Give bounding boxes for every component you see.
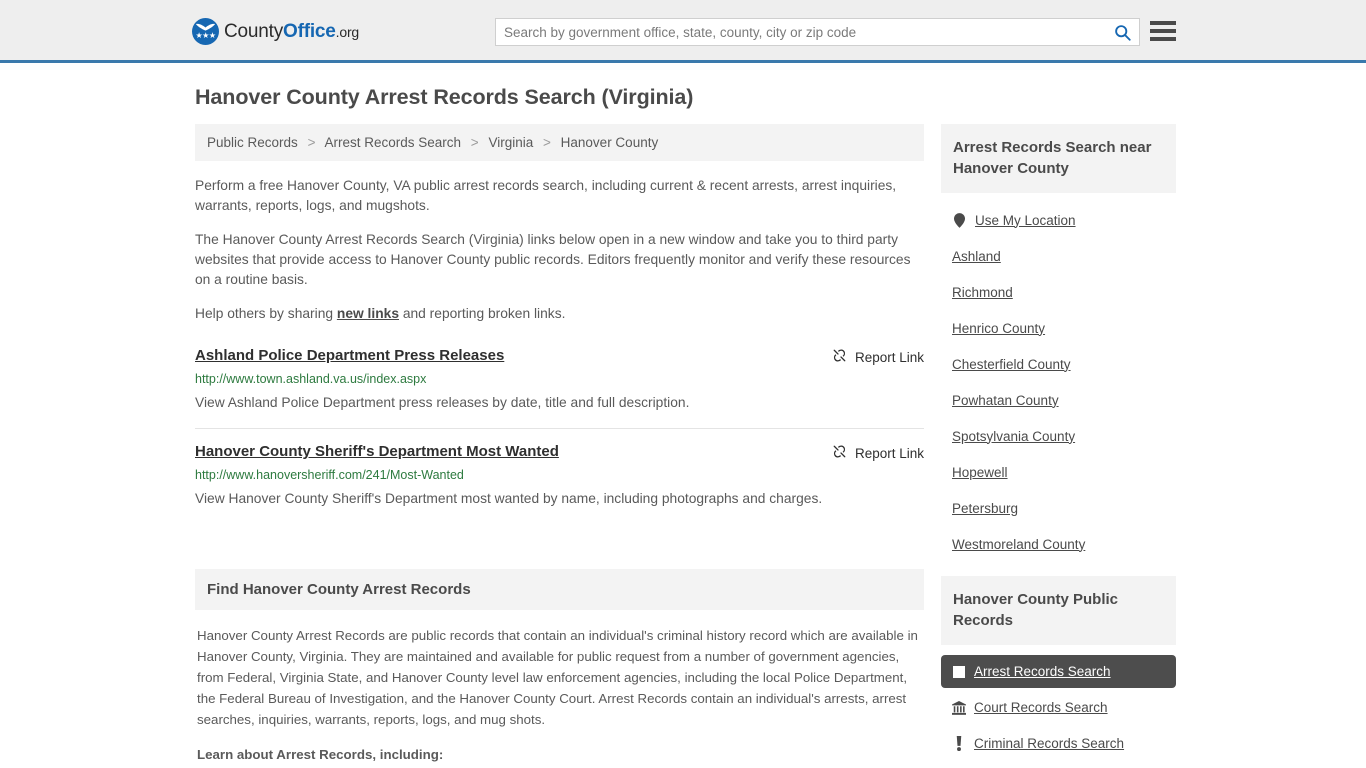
- result-description: View Ashland Police Department press rel…: [195, 395, 690, 410]
- sidebar-place-westmoreland-county[interactable]: Westmoreland County: [941, 531, 1176, 558]
- sidebar-place-chesterfield-county[interactable]: Chesterfield County: [941, 351, 1176, 378]
- sidebar-item-label: Arrest Records Search: [974, 663, 1111, 679]
- content-container: Hanover County Arrest Records Search (Vi…: [190, 63, 1176, 768]
- breadcrumb-item-0[interactable]: Public Records: [207, 135, 298, 150]
- place-label: Westmoreland County: [952, 536, 1086, 552]
- use-my-location-label: Use My Location: [975, 212, 1076, 228]
- search-icon[interactable]: [1105, 19, 1139, 45]
- nearby-search-list: Use My Location Ashland Richmond Henrico…: [941, 193, 1176, 558]
- broken-link-icon: [832, 348, 847, 366]
- id-card-icon: [951, 665, 966, 678]
- result-description: View Hanover County Sheriff's Department…: [195, 491, 823, 506]
- sidebar-item-court-records-search[interactable]: Court Records Search: [941, 691, 1176, 724]
- sidebar-place-powhatan-county[interactable]: Powhatan County: [941, 387, 1176, 414]
- intro-paragraph-3: Help others by sharing new links and rep…: [195, 304, 924, 324]
- public-records-heading: Hanover County Public Records: [941, 576, 1176, 645]
- sidebar-place-petersburg[interactable]: Petersburg: [941, 495, 1176, 522]
- place-label: Chesterfield County: [952, 356, 1071, 372]
- intro-p3-after: and reporting broken links.: [399, 306, 566, 321]
- brand-part-org: .org: [335, 23, 360, 40]
- search-input[interactable]: [496, 19, 1105, 45]
- find-records-paragraph: Hanover County Arrest Records are public…: [197, 628, 918, 727]
- find-records-body: Hanover County Arrest Records are public…: [195, 610, 924, 768]
- find-records-section: Find Hanover County Arrest Records Hanov…: [195, 569, 924, 768]
- learn-about-label: Learn about Arrest Records, including:: [197, 747, 444, 762]
- site-header: ★★★ CountyOffice.org: [0, 0, 1366, 63]
- brand-text: CountyOffice.org: [224, 21, 359, 43]
- sidebar-place-ashland[interactable]: Ashland: [941, 243, 1176, 270]
- sidebar-item-arrest-records-search[interactable]: Arrest Records Search: [941, 655, 1176, 688]
- courthouse-icon: [951, 700, 966, 715]
- sidebar-place-hopewell[interactable]: Hopewell: [941, 459, 1176, 486]
- find-records-heading: Find Hanover County Arrest Records: [195, 569, 924, 610]
- breadcrumb: Public Records > Arrest Records Search >…: [195, 124, 924, 161]
- result-list: Ashland Police Department Press Releases: [195, 346, 924, 524]
- intro-paragraph-2: The Hanover County Arrest Records Search…: [195, 232, 911, 287]
- breadcrumb-separator: >: [543, 135, 551, 150]
- menu-bar-2: [1150, 29, 1176, 33]
- eagle-shield-logo-icon: ★★★: [192, 18, 219, 45]
- breadcrumb-item-3[interactable]: Hanover County: [561, 135, 659, 150]
- report-link-label: Report Link: [854, 445, 924, 461]
- place-label: Richmond: [952, 284, 1013, 300]
- place-label: Hopewell: [952, 464, 1008, 480]
- sidebar-place-henrico-county[interactable]: Henrico County: [941, 315, 1176, 342]
- result-url[interactable]: http://www.town.ashland.va.us/index.aspx: [195, 369, 924, 389]
- sidebar-item-criminal-records-search[interactable]: Criminal Records Search: [941, 727, 1176, 760]
- new-links-link[interactable]: new links: [337, 306, 399, 321]
- search-bar[interactable]: [495, 18, 1140, 46]
- result-header: Ashland Police Department Press Releases: [195, 346, 924, 366]
- sidebar-item-label: Criminal Records Search: [974, 735, 1125, 751]
- page-title: Hanover County Arrest Records Search (Vi…: [195, 85, 694, 109]
- nearby-search-box: Arrest Records Search near Hanover Count…: [941, 124, 1176, 558]
- header-inner: ★★★ CountyOffice.org: [0, 0, 1366, 60]
- sidebar: Arrest Records Search near Hanover Count…: [941, 124, 1176, 768]
- hamburger-menu-icon[interactable]: [1150, 19, 1176, 43]
- intro-p3-before: Help others by sharing: [195, 306, 337, 321]
- place-label: Spotsylvania County: [952, 428, 1076, 444]
- report-link-button[interactable]: Report Link: [832, 442, 924, 462]
- brand-part-office: Office: [283, 20, 336, 42]
- place-label: Ashland: [952, 248, 1001, 264]
- place-label: Powhatan County: [952, 392, 1059, 408]
- columns: Public Records > Arrest Records Search >…: [190, 124, 1176, 768]
- place-label: Petersburg: [952, 500, 1019, 516]
- breadcrumb-item-1[interactable]: Arrest Records Search: [324, 135, 461, 150]
- brand-part-county: County: [224, 20, 284, 42]
- breadcrumb-separator: >: [307, 135, 316, 150]
- intro-paragraph-1: Perform a free Hanover County, VA public…: [195, 178, 897, 213]
- menu-bar-3: [1150, 37, 1176, 41]
- logo-stars: ★★★: [195, 31, 216, 40]
- result-header: Hanover County Sheriff's Department Most…: [195, 442, 924, 462]
- page-body: Hanover County Arrest Records Search (Vi…: [0, 63, 1366, 768]
- report-link-button[interactable]: Report Link: [832, 346, 924, 366]
- public-records-list: Arrest Records Search Court Records Sear…: [941, 645, 1176, 768]
- exclamation-icon: [951, 736, 966, 751]
- sidebar-item-label: Court Records Search: [974, 699, 1108, 715]
- result-url[interactable]: http://www.hanoversheriff.com/241/Most-W…: [195, 465, 924, 485]
- result-item: Hanover County Sheriff's Department Most…: [195, 442, 924, 524]
- result-title-link[interactable]: Ashland Police Department Press Releases: [195, 346, 504, 366]
- site-logo[interactable]: ★★★ CountyOffice.org: [192, 18, 359, 45]
- use-my-location-link[interactable]: Use My Location: [941, 207, 1176, 234]
- nearby-search-heading: Arrest Records Search near Hanover Count…: [941, 124, 1176, 193]
- menu-bar-1: [1150, 21, 1176, 25]
- report-link-label: Report Link: [854, 349, 924, 365]
- public-records-box: Hanover County Public Records Arrest Rec…: [941, 576, 1176, 768]
- broken-link-icon: [832, 444, 847, 462]
- map-pin-icon: [952, 213, 967, 228]
- place-label: Henrico County: [952, 320, 1046, 336]
- breadcrumb-separator: >: [470, 135, 479, 150]
- sidebar-place-spotsylvania-county[interactable]: Spotsylvania County: [941, 423, 1176, 450]
- breadcrumb-item-2[interactable]: Virginia: [488, 135, 533, 150]
- result-title-link[interactable]: Hanover County Sheriff's Department Most…: [195, 442, 559, 462]
- main-column: Public Records > Arrest Records Search >…: [195, 124, 924, 768]
- result-item: Ashland Police Department Press Releases: [195, 346, 924, 429]
- sidebar-item-driving-records-search[interactable]: Driving Records Search: [941, 763, 1176, 768]
- sidebar-place-richmond[interactable]: Richmond: [941, 279, 1176, 306]
